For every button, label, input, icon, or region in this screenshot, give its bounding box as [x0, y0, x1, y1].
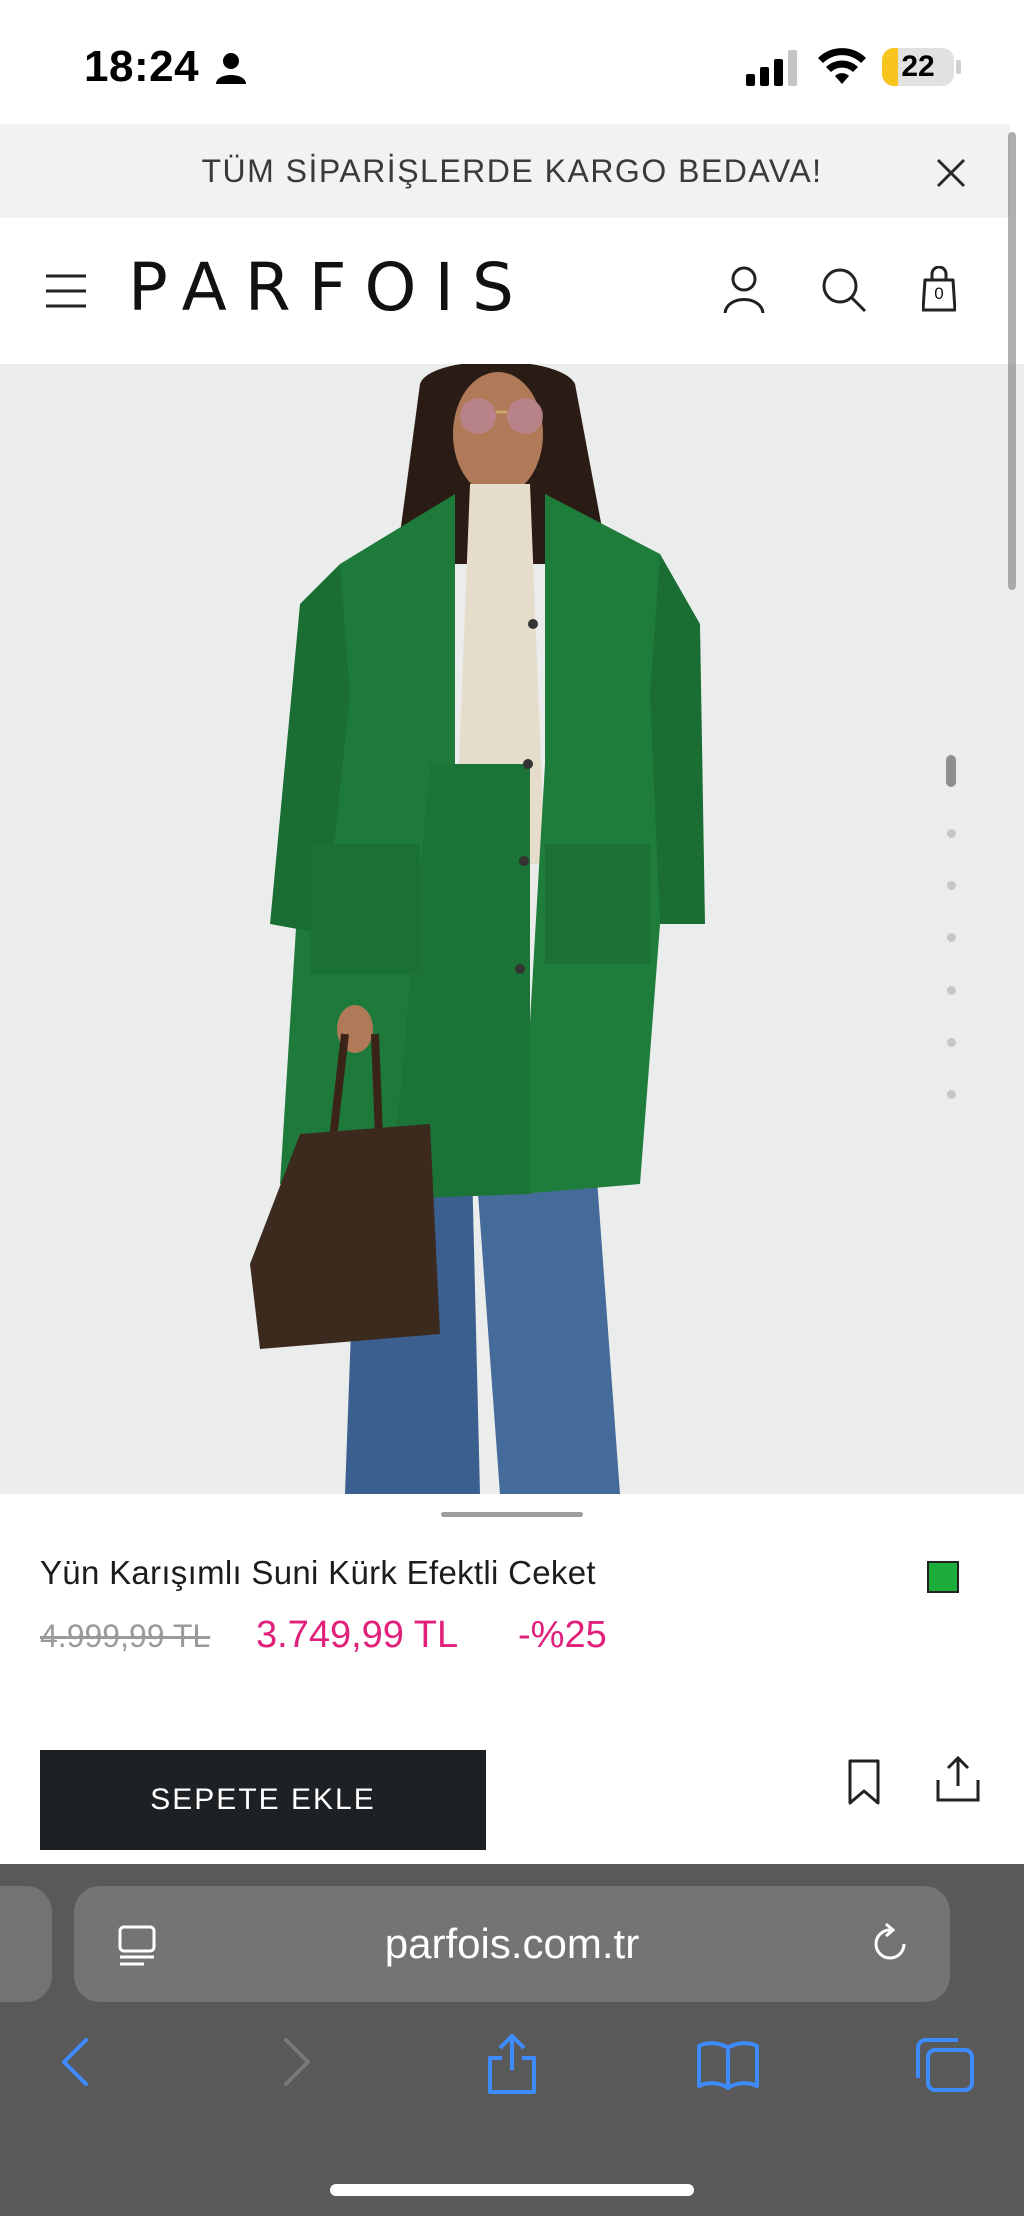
back-icon[interactable] [58, 2036, 92, 2088]
product-image[interactable] [0, 364, 1024, 1494]
home-indicator [330, 2184, 694, 2196]
sale-price: 3.749,99 TL [256, 1614, 459, 1656]
old-price: 4.999,99 TL [40, 1618, 211, 1654]
bag-count: 0 [934, 284, 944, 303]
carousel-dot[interactable] [947, 933, 956, 942]
share-icon[interactable] [486, 2032, 538, 2096]
discount-badge: -%25 [518, 1614, 607, 1656]
product-title: Yün Karışımlı Suni Kürk Efektli Ceket [40, 1554, 596, 1591]
search-icon[interactable] [820, 266, 868, 314]
person-icon [216, 53, 246, 84]
carousel-dot[interactable] [947, 1090, 956, 1099]
reload-icon[interactable] [868, 1922, 912, 1966]
menu-icon[interactable] [44, 273, 88, 309]
forward-icon[interactable] [280, 2036, 314, 2088]
previous-tab-peek[interactable] [0, 1886, 52, 2002]
carousel-dot[interactable] [947, 881, 956, 890]
share-icon[interactable] [935, 1754, 981, 1804]
account-icon[interactable] [723, 266, 765, 314]
status-bar: 18:24 22 [0, 0, 1024, 124]
carousel-dot[interactable] [947, 986, 956, 995]
signal-icon [746, 50, 797, 86]
carousel-dot-active[interactable] [946, 755, 956, 787]
tabs-icon[interactable] [914, 2036, 976, 2094]
promo-text: TÜM SİPARİŞLERDE KARGO BEDAVA! [201, 153, 823, 189]
reader-icon[interactable] [116, 1924, 158, 1968]
bookmark-icon[interactable] [846, 1758, 882, 1806]
site-header: PARFOIS 0 [0, 218, 1010, 364]
promo-banner: TÜM SİPARİŞLERDE KARGO BEDAVA! [0, 124, 1010, 218]
bookmarks-icon[interactable] [696, 2040, 760, 2090]
wifi-icon [818, 48, 866, 84]
page-scrollbar[interactable] [1008, 132, 1016, 590]
address-bar[interactable]: parfois.com.tr [74, 1886, 950, 2002]
status-time: 18:24 [84, 42, 200, 91]
url-text[interactable]: parfois.com.tr [74, 1886, 950, 2002]
bag-icon[interactable]: 0 [922, 266, 956, 312]
brand-logo[interactable]: PARFOIS [128, 248, 548, 328]
sheet-handle[interactable] [441, 1512, 583, 1517]
carousel-dot[interactable] [947, 829, 956, 838]
color-swatch[interactable] [927, 1561, 959, 1593]
carousel-dots[interactable] [943, 755, 959, 1125]
battery-icon: 22 [882, 48, 954, 86]
close-icon[interactable] [928, 150, 974, 196]
model-photo [250, 364, 705, 1494]
browser-toolbar: parfois.com.tr [0, 1864, 1024, 2216]
add-to-cart-button[interactable]: SEPETE EKLE [40, 1750, 486, 1850]
battery-cap [956, 60, 961, 74]
battery-level: 22 [901, 50, 935, 83]
carousel-dot[interactable] [947, 1038, 956, 1047]
